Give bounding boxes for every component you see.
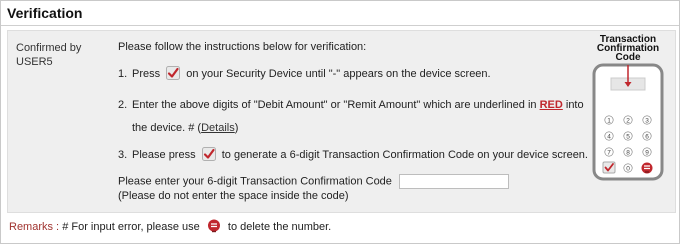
step-3: 3. Please press to generate a 6-digit Tr…: [118, 147, 588, 163]
remarks-label: Remarks :: [9, 221, 60, 233]
confirmed-by-user: USER5: [16, 56, 53, 68]
red-keyword: RED: [539, 99, 563, 111]
security-device-icon: 1 2 3 4 5 6 7 8 9 0: [592, 63, 664, 181]
step-1-pre: Press: [132, 68, 161, 80]
confirmed-by-label: Confirmed by: [16, 42, 82, 54]
section-title: Verification: [1, 1, 679, 26]
step-3-pre: Please press: [132, 149, 196, 161]
device-key: 7: [607, 149, 611, 156]
remarks-row: Remarks : # For input error, please use …: [9, 219, 331, 233]
remarks-post: to delete the number.: [227, 221, 332, 233]
code-note: (Please do not enter the space inside th…: [118, 190, 349, 203]
device-key: 1: [607, 117, 611, 124]
checkmark-key-icon: [201, 147, 216, 161]
device-title: Transaction Confirmation Code: [588, 35, 668, 63]
verification-panel: Verification Confirmed by USER5 Please f…: [0, 0, 680, 244]
instructions-intro: Please follow the instructions below for…: [118, 41, 367, 53]
device-key: 3: [645, 117, 649, 124]
confirmation-code-input[interactable]: [398, 174, 509, 189]
step-number: 1.: [118, 68, 128, 80]
remarks-pre: # For input error, please use: [62, 221, 200, 233]
step-1: 1. Press on your Security Device until "…: [118, 66, 588, 82]
step-2: 2. Enter the above digits of "Debit Amou…: [118, 94, 588, 140]
device-key: 9: [645, 149, 649, 156]
step-number: 3.: [118, 149, 128, 161]
step-number: 2.: [118, 99, 128, 111]
device-key: 6: [645, 133, 649, 140]
step-3-post: to generate a 6-digit Transaction Confir…: [221, 149, 588, 161]
security-device-illustration: Transaction Confirmation Code 1 2 3 4 5 …: [588, 35, 668, 205]
device-delete-key-icon: [641, 162, 653, 174]
delete-key-icon: [207, 219, 220, 233]
device-check-key-icon: [602, 161, 616, 174]
details-link[interactable]: Details: [201, 122, 235, 134]
checkmark-key-icon: [166, 66, 181, 80]
confirmed-by-cell: Confirmed by USER5: [16, 41, 102, 69]
code-entry-row: Please enter your 6-digit Transaction Co…: [118, 174, 588, 204]
device-title-line: Code: [615, 52, 641, 63]
step-1-post: on your Security Device until "-" appear…: [186, 68, 491, 80]
verification-body: Confirmed by USER5 Please follow the ins…: [7, 30, 676, 213]
device-key: 5: [626, 133, 630, 140]
device-key: 0: [626, 165, 630, 172]
step-2-pre: Enter the above digits of "Debit Amount"…: [132, 99, 537, 111]
device-key: 8: [626, 149, 630, 156]
instructions: Please follow the instructions below for…: [118, 41, 588, 204]
device-key: 4: [607, 133, 611, 140]
device-key: 2: [626, 117, 630, 124]
code-prompt: Please enter your 6-digit Transaction Co…: [118, 175, 392, 188]
